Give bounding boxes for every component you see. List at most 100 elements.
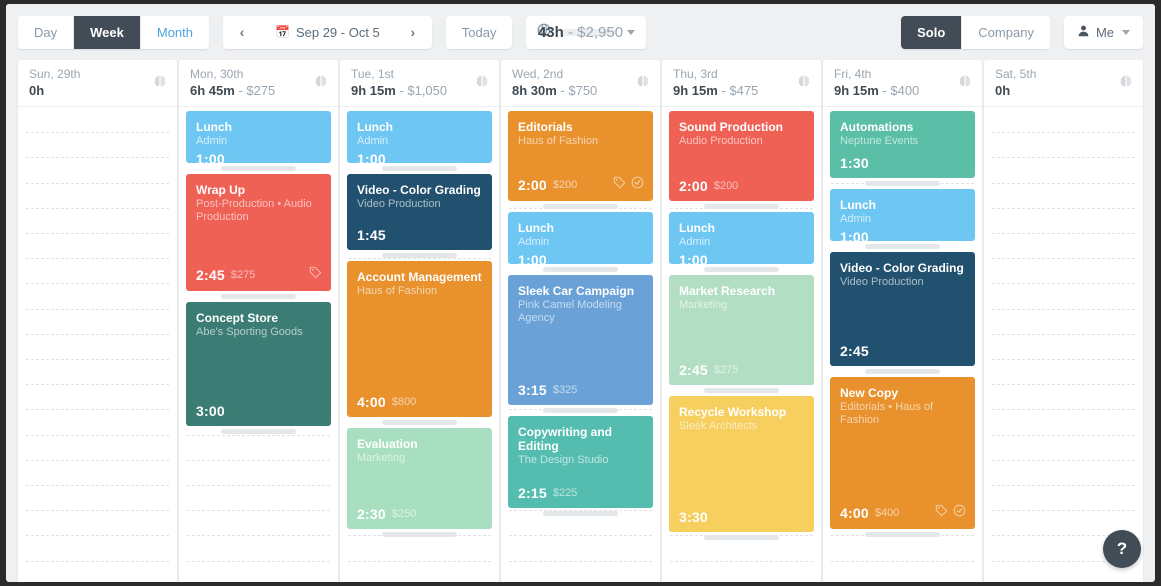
- check-circle-icon[interactable]: [631, 176, 644, 194]
- gridline: [26, 535, 169, 536]
- check-circle-icon[interactable]: [953, 504, 966, 522]
- time-entry-card[interactable]: Wrap UpPost-Production • Audio Productio…: [186, 174, 331, 291]
- brain-icon[interactable]: [152, 74, 168, 90]
- date-navigator[interactable]: ‹ 📅 Sep 29 - Oct 5 ›: [223, 16, 432, 49]
- time-entry-card[interactable]: Video - Color GradingVideo Production2:4…: [830, 252, 975, 366]
- entry-resize-handle[interactable]: [347, 529, 492, 540]
- tag-icon: [613, 176, 626, 189]
- entry-resize-handle[interactable]: [186, 291, 331, 302]
- time-entry-card[interactable]: AutomationsNeptune Events1:30: [830, 111, 975, 178]
- brain-icon[interactable]: [796, 74, 812, 90]
- entry-resize-handle[interactable]: [669, 201, 814, 212]
- entry-subtitle: Post-Production • Audio Production: [196, 198, 321, 224]
- view-day-button[interactable]: Day: [18, 16, 73, 49]
- time-entry-card[interactable]: LunchAdmin1:00: [830, 189, 975, 241]
- entry-resize-handle[interactable]: [669, 385, 814, 396]
- user-menu[interactable]: Me: [1064, 16, 1143, 49]
- entry-resize-handle[interactable]: [830, 366, 975, 377]
- help-button[interactable]: ?: [1103, 530, 1141, 568]
- time-entry-card[interactable]: LunchAdmin1:00: [508, 212, 653, 264]
- brain-icon[interactable]: [313, 74, 329, 90]
- day-body[interactable]: EditorialsHaus of Fashion2:00$200 LunchAd…: [501, 107, 660, 582]
- entry-amount: $275: [231, 269, 255, 281]
- entry-footer: 1:00: [196, 151, 321, 163]
- time-entry-card[interactable]: LunchAdmin1:00: [347, 111, 492, 163]
- entry-resize-handle[interactable]: [830, 529, 975, 540]
- tag-icon[interactable]: [613, 176, 626, 194]
- entry-resize-handle[interactable]: [508, 264, 653, 275]
- view-month-button[interactable]: Month: [140, 16, 209, 49]
- gridline: [992, 460, 1135, 461]
- time-entry-card[interactable]: EditorialsHaus of Fashion2:00$200: [508, 111, 653, 201]
- entry-resize-handle[interactable]: [508, 405, 653, 416]
- time-entry-card[interactable]: Sound ProductionAudio Production2:00$200: [669, 111, 814, 201]
- entry-resize-handle[interactable]: [669, 264, 814, 275]
- chevron-down-icon: [627, 30, 635, 35]
- day-body[interactable]: [984, 107, 1143, 582]
- entry-title: Sound Production: [679, 120, 804, 134]
- brain-icon[interactable]: [957, 74, 973, 90]
- time-entry-card[interactable]: Recycle WorkshopSleek Architects3:30: [669, 396, 814, 532]
- entry-subtitle: Haus of Fashion: [357, 285, 482, 298]
- gridline: [992, 157, 1135, 158]
- entry-footer: 1:00: [840, 229, 965, 241]
- gridline: [26, 359, 169, 360]
- time-entry-card[interactable]: Copywriting and EditingThe Design Studio…: [508, 416, 653, 508]
- entry-resize-handle[interactable]: [186, 163, 331, 174]
- view-week-button[interactable]: Week: [73, 16, 140, 49]
- time-entry-card[interactable]: Market ResearchMarketing2:45$275: [669, 275, 814, 385]
- prev-week-button[interactable]: ‹: [223, 16, 261, 49]
- time-entry-card[interactable]: Concept StoreAbe's Sporting Goods3:00: [186, 302, 331, 426]
- entry-resize-handle[interactable]: [669, 532, 814, 543]
- time-entry-card[interactable]: LunchAdmin1:00: [669, 212, 814, 264]
- brain-icon[interactable]: [474, 74, 490, 90]
- filter-dropdown[interactable]: [526, 16, 646, 49]
- entry-footer: 3:15$325: [518, 382, 644, 398]
- brain-icon[interactable]: [635, 74, 651, 90]
- gridline: [26, 435, 169, 436]
- entry-resize-handle[interactable]: [347, 163, 492, 174]
- tag-icon[interactable]: [935, 504, 948, 522]
- entry-resize-handle[interactable]: [830, 241, 975, 252]
- date-range-display[interactable]: 📅 Sep 29 - Oct 5: [261, 16, 394, 49]
- today-group[interactable]: Today: [446, 16, 513, 49]
- time-entry-card[interactable]: Sleek Car CampaignPink Camel Modeling Ag…: [508, 275, 653, 405]
- gridline: [992, 283, 1135, 284]
- entry-subtitle: Editorials • Haus of Fashion: [840, 401, 965, 427]
- entry-resize-handle[interactable]: [186, 426, 331, 437]
- view-switcher[interactable]: Day Week Month: [18, 16, 209, 49]
- day-body[interactable]: LunchAdmin1:00 Wrap UpPost-Production • A…: [179, 107, 338, 582]
- gridline: [992, 485, 1135, 486]
- entry-resize-handle[interactable]: [347, 250, 492, 261]
- day-body[interactable]: AutomationsNeptune Events1:30LunchAdmin1…: [823, 107, 982, 582]
- scope-switcher[interactable]: Solo Company: [901, 16, 1050, 49]
- entry-resize-handle[interactable]: [508, 201, 653, 212]
- entry-resize-handle[interactable]: [830, 178, 975, 189]
- day-total-hours: 9h 15m: [673, 83, 718, 98]
- day-header: Sun, 29th0h: [18, 60, 177, 107]
- day-body[interactable]: LunchAdmin1:00 Video - Color GradingVideo…: [340, 107, 499, 582]
- next-week-button[interactable]: ›: [394, 16, 432, 49]
- tag-icon[interactable]: [309, 266, 322, 284]
- time-entry-card[interactable]: Video - Color GradingVideo Production1:4…: [347, 174, 492, 250]
- toolbar: Day Week Month ‹ 📅 Sep 29 - Oct 5 › Toda…: [6, 4, 1155, 60]
- brain-icon[interactable]: [1118, 74, 1134, 90]
- day-column: Fri, 4th9h 15m - $400AutomationsNeptune …: [823, 60, 982, 582]
- day-name: Mon, 30th: [190, 67, 327, 82]
- entry-footer: 2:30$250: [357, 506, 483, 522]
- scope-company-button[interactable]: Company: [961, 16, 1050, 49]
- day-body[interactable]: Sound ProductionAudio Production2:00$200…: [662, 107, 821, 582]
- entry-duration: 2:00: [679, 178, 708, 194]
- time-entry-card[interactable]: New CopyEditorials • Haus of Fashion4:00…: [830, 377, 975, 529]
- scope-solo-button[interactable]: Solo: [901, 16, 961, 49]
- time-entry-card[interactable]: Account ManagementHaus of Fashion4:00$80…: [347, 261, 492, 417]
- day-body[interactable]: [18, 107, 177, 582]
- today-button[interactable]: Today: [446, 16, 513, 49]
- time-entry-card[interactable]: EvaluationMarketing2:30$250: [347, 428, 492, 529]
- check-circle-icon: [631, 176, 644, 189]
- entry-resize-handle[interactable]: [347, 417, 492, 428]
- time-entry-card[interactable]: LunchAdmin1:00: [186, 111, 331, 163]
- entry-resize-handle[interactable]: [508, 508, 653, 519]
- day-name: Sun, 29th: [29, 67, 166, 82]
- entry-subtitle: Admin: [840, 213, 965, 226]
